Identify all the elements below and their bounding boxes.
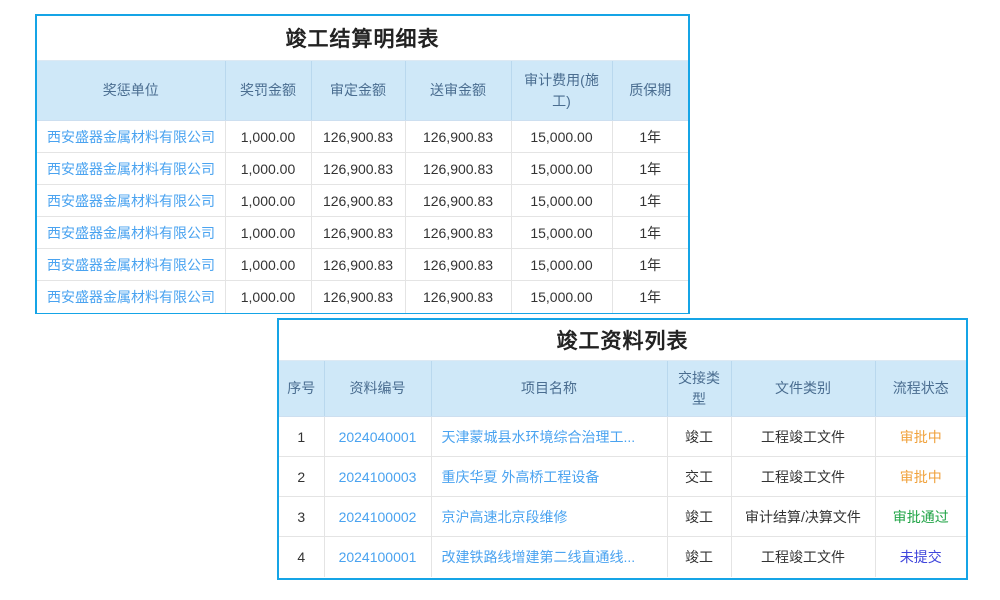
settlement-row: 西安盛器金属材料有限公司 1,000.00 126,900.83 126,900… xyxy=(37,153,688,185)
col-header-unit: 奖惩单位 xyxy=(37,61,225,121)
settlement-table-title: 竣工结算明细表 xyxy=(37,16,688,60)
unit-link[interactable]: 西安盛器金属材料有限公司 xyxy=(47,225,215,241)
cell-file-category: 工程竣工文件 xyxy=(731,537,875,577)
cell-seq: 4 xyxy=(279,537,324,577)
unit-link[interactable]: 西安盛器金属材料有限公司 xyxy=(47,193,215,209)
cell-warranty: 1年 xyxy=(612,249,688,281)
settlement-row: 西安盛器金属材料有限公司 1,000.00 126,900.83 126,900… xyxy=(37,121,688,153)
cell-approved-amount: 126,900.83 xyxy=(311,121,405,153)
project-name-link[interactable]: 天津蒙城县水环境综合治理工... xyxy=(442,429,636,445)
materials-row: 3 2024100002 京沪高速北京段维修 竣工 审计结算/决算文件 审批通过 xyxy=(279,497,966,537)
cell-audit-fee: 15,000.00 xyxy=(511,121,612,153)
cell-penalty-amount: 1,000.00 xyxy=(225,249,311,281)
cell-submitted-amount: 126,900.83 xyxy=(405,281,511,313)
unit-link[interactable]: 西安盛器金属材料有限公司 xyxy=(47,161,215,177)
col-header-approved-amount: 审定金额 xyxy=(311,61,405,121)
materials-header-row: 序号 资料编号 项目名称 交接类型 文件类别 流程状态 xyxy=(279,361,966,417)
materials-row: 4 2024100001 改建铁路线增建第二线直通线... 竣工 工程竣工文件 … xyxy=(279,537,966,577)
col-header-flow-status: 流程状态 xyxy=(875,361,966,417)
cell-handover-type: 竣工 xyxy=(667,497,731,537)
materials-row: 1 2024040001 天津蒙城县水环境综合治理工... 竣工 工程竣工文件 … xyxy=(279,417,966,457)
cell-approved-amount: 126,900.83 xyxy=(311,185,405,217)
col-header-doc-no: 资料编号 xyxy=(324,361,431,417)
settlement-table-panel: 竣工结算明细表 奖惩单位 奖罚金额 审定金额 送审金额 审计费用(施工) 质保期… xyxy=(35,14,690,314)
cell-handover-type: 交工 xyxy=(667,457,731,497)
cell-warranty: 1年 xyxy=(612,217,688,249)
cell-approved-amount: 126,900.83 xyxy=(311,281,405,313)
settlement-table: 奖惩单位 奖罚金额 审定金额 送审金额 审计费用(施工) 质保期 西安盛器金属材… xyxy=(37,60,688,313)
unit-link[interactable]: 西安盛器金属材料有限公司 xyxy=(47,289,215,305)
cell-file-category: 工程竣工文件 xyxy=(731,457,875,497)
cell-seq: 3 xyxy=(279,497,324,537)
doc-no-link[interactable]: 2024040001 xyxy=(339,429,417,445)
col-header-warranty: 质保期 xyxy=(612,61,688,121)
col-header-submitted-amount: 送审金额 xyxy=(405,61,511,121)
doc-no-link[interactable]: 2024100001 xyxy=(339,549,417,565)
materials-table-panel: 竣工资料列表 序号 资料编号 项目名称 交接类型 文件类别 流程状态 1 xyxy=(277,318,968,580)
settlement-row: 西安盛器金属材料有限公司 1,000.00 126,900.83 126,900… xyxy=(37,249,688,281)
materials-row: 2 2024100003 重庆华夏 外高桥工程设备 交工 工程竣工文件 审批中 xyxy=(279,457,966,497)
cell-submitted-amount: 126,900.83 xyxy=(405,153,511,185)
cell-file-category: 工程竣工文件 xyxy=(731,417,875,457)
cell-submitted-amount: 126,900.83 xyxy=(405,185,511,217)
status-badge: 审批中 xyxy=(875,417,966,457)
cell-penalty-amount: 1,000.00 xyxy=(225,281,311,313)
cell-audit-fee: 15,000.00 xyxy=(511,153,612,185)
cell-warranty: 1年 xyxy=(612,121,688,153)
cell-submitted-amount: 126,900.83 xyxy=(405,121,511,153)
cell-handover-type: 竣工 xyxy=(667,537,731,577)
cell-warranty: 1年 xyxy=(612,281,688,313)
status-badge: 审批通过 xyxy=(875,497,966,537)
cell-file-category: 审计结算/决算文件 xyxy=(731,497,875,537)
doc-no-link[interactable]: 2024100003 xyxy=(339,469,417,485)
col-header-seq: 序号 xyxy=(279,361,324,417)
cell-penalty-amount: 1,000.00 xyxy=(225,153,311,185)
materials-table: 序号 资料编号 项目名称 交接类型 文件类别 流程状态 1 2024040001… xyxy=(279,360,966,577)
unit-link[interactable]: 西安盛器金属材料有限公司 xyxy=(47,129,215,145)
page-canvas: 竣工结算明细表 奖惩单位 奖罚金额 审定金额 送审金额 审计费用(施工) 质保期… xyxy=(0,0,1000,600)
cell-audit-fee: 15,000.00 xyxy=(511,185,612,217)
settlement-row: 西安盛器金属材料有限公司 1,000.00 126,900.83 126,900… xyxy=(37,217,688,249)
settlement-header-row: 奖惩单位 奖罚金额 审定金额 送审金额 审计费用(施工) 质保期 xyxy=(37,61,688,121)
col-header-audit-fee: 审计费用(施工) xyxy=(511,61,612,121)
status-badge: 未提交 xyxy=(875,537,966,577)
cell-audit-fee: 15,000.00 xyxy=(511,281,612,313)
settlement-row: 西安盛器金属材料有限公司 1,000.00 126,900.83 126,900… xyxy=(37,185,688,217)
project-name-link[interactable]: 改建铁路线增建第二线直通线... xyxy=(442,549,636,565)
cell-approved-amount: 126,900.83 xyxy=(311,153,405,185)
cell-warranty: 1年 xyxy=(612,185,688,217)
col-header-file-category: 文件类别 xyxy=(731,361,875,417)
cell-seq: 1 xyxy=(279,417,324,457)
cell-submitted-amount: 126,900.83 xyxy=(405,249,511,281)
cell-penalty-amount: 1,000.00 xyxy=(225,121,311,153)
cell-penalty-amount: 1,000.00 xyxy=(225,217,311,249)
col-header-penalty-amount: 奖罚金额 xyxy=(225,61,311,121)
project-name-link[interactable]: 京沪高速北京段维修 xyxy=(442,509,568,525)
cell-warranty: 1年 xyxy=(612,153,688,185)
cell-handover-type: 竣工 xyxy=(667,417,731,457)
status-badge: 审批中 xyxy=(875,457,966,497)
cell-approved-amount: 126,900.83 xyxy=(311,217,405,249)
cell-penalty-amount: 1,000.00 xyxy=(225,185,311,217)
materials-table-title: 竣工资料列表 xyxy=(279,320,966,360)
cell-audit-fee: 15,000.00 xyxy=(511,217,612,249)
doc-no-link[interactable]: 2024100002 xyxy=(339,509,417,525)
unit-link[interactable]: 西安盛器金属材料有限公司 xyxy=(47,257,215,273)
cell-submitted-amount: 126,900.83 xyxy=(405,217,511,249)
cell-seq: 2 xyxy=(279,457,324,497)
cell-approved-amount: 126,900.83 xyxy=(311,249,405,281)
settlement-row: 西安盛器金属材料有限公司 1,000.00 126,900.83 126,900… xyxy=(37,281,688,313)
col-header-handover-type: 交接类型 xyxy=(667,361,731,417)
project-name-link[interactable]: 重庆华夏 外高桥工程设备 xyxy=(442,469,600,485)
cell-audit-fee: 15,000.00 xyxy=(511,249,612,281)
col-header-project-name: 项目名称 xyxy=(431,361,667,417)
